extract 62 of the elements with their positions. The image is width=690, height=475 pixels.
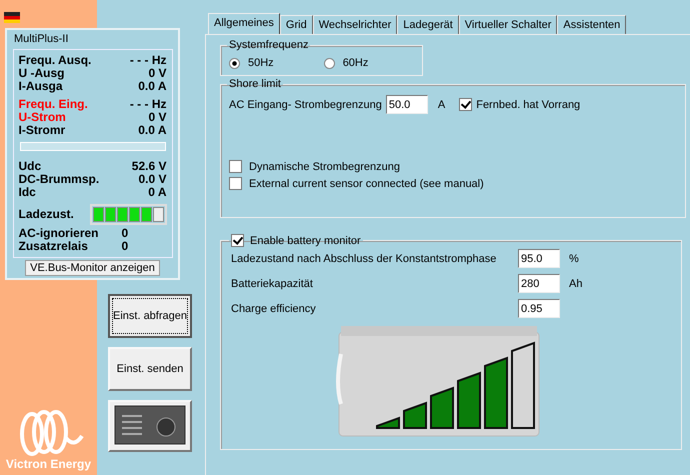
tab[interactable]: Ladegerät — [397, 15, 459, 34]
checkbox-label: External current sensor connected (see manual) — [249, 178, 484, 190]
value-input[interactable]: 0.95 — [518, 299, 560, 318]
control-panel-icon — [114, 404, 186, 444]
reading-value: 0 V — [147, 67, 166, 80]
unit-label: A — [438, 98, 446, 110]
reading-value: - - - Hz — [128, 98, 166, 111]
field-label: Ladezustand nach Abschluss der Konstantstromphase — [231, 252, 498, 264]
checkbox[interactable] — [229, 177, 242, 190]
status-value: 0 — [122, 240, 130, 253]
reading-label: I-Ausga — [18, 80, 63, 93]
charge-label: Ladezust. — [18, 208, 74, 221]
tab[interactable]: Wechselrichter — [312, 15, 398, 34]
reading-value: 0.0 A — [137, 124, 166, 137]
tab[interactable]: Virtueller Schalter — [458, 15, 558, 34]
unit-label: % — [569, 252, 580, 264]
tab[interactable]: Assistenten — [557, 15, 626, 34]
radio-label: 60Hz — [342, 57, 368, 69]
value-input[interactable]: 95.0 — [518, 249, 560, 268]
unit-label: Ah — [569, 278, 584, 290]
reading-value: 0.0 V — [137, 173, 166, 186]
checkbox-label: Enable battery monitor — [250, 234, 361, 246]
status-label: AC-ignorieren — [18, 227, 99, 240]
reading-label: Frequ. Ausq. — [18, 54, 92, 67]
radio-button[interactable] — [229, 58, 240, 68]
tab[interactable]: Grid — [280, 15, 313, 34]
group-title: Shore limit — [228, 78, 282, 90]
reading-label: I-Stromr — [18, 124, 66, 137]
reading-label: U-Strom — [18, 111, 66, 124]
value-input[interactable]: 280 — [518, 274, 560, 293]
control-panel-button[interactable] — [108, 400, 192, 452]
checkbox-label: Dynamische Strombegrenzung — [249, 160, 400, 172]
reading-label: Idc — [18, 186, 36, 199]
device-title: MultiPlus-II — [14, 33, 68, 45]
reading-value: 52.6 V — [130, 160, 166, 173]
group-title: Systemfrequenz — [228, 39, 310, 51]
action-button[interactable]: Einst. senden — [108, 347, 192, 391]
status-value: 0 — [122, 227, 130, 240]
radio-label: 50Hz — [248, 57, 274, 69]
field-label: Batteriekapazität — [231, 278, 314, 290]
field-label: AC Eingang- Strombegrenzung — [229, 98, 382, 110]
radio-button[interactable] — [324, 58, 335, 68]
flag-icon[interactable] — [4, 12, 20, 23]
reading-label: Frequ. Eing. — [18, 98, 88, 111]
current-limit-input[interactable]: 50.0 — [386, 95, 428, 114]
status-label: Zusatzrelais — [18, 240, 88, 253]
field-label: Charge efficiency — [231, 302, 317, 314]
reading-value: 0 A — [147, 186, 166, 199]
reading-value: 0 V — [147, 111, 166, 124]
checkbox[interactable] — [231, 234, 244, 247]
reading-value: 0.0 A — [137, 80, 166, 93]
reading-label: Udc — [18, 160, 42, 173]
action-button[interactable]: Einst. abfragen — [108, 294, 192, 338]
checkbox[interactable] — [229, 160, 242, 173]
tab[interactable]: Allgemeines — [208, 13, 280, 34]
reading-value: - - - Hz — [128, 54, 166, 67]
checkbox-label: Fernbed. hat Vorrang — [476, 98, 580, 110]
bus-monitor-button[interactable]: VE.Bus-Monitor anzeigen — [25, 260, 160, 276]
reading-label: DC-Brummsp. — [18, 173, 100, 186]
checkbox[interactable] — [459, 98, 472, 111]
reading-label: U -Ausg — [18, 67, 64, 80]
logo-text: Victron Energy — [6, 457, 92, 471]
